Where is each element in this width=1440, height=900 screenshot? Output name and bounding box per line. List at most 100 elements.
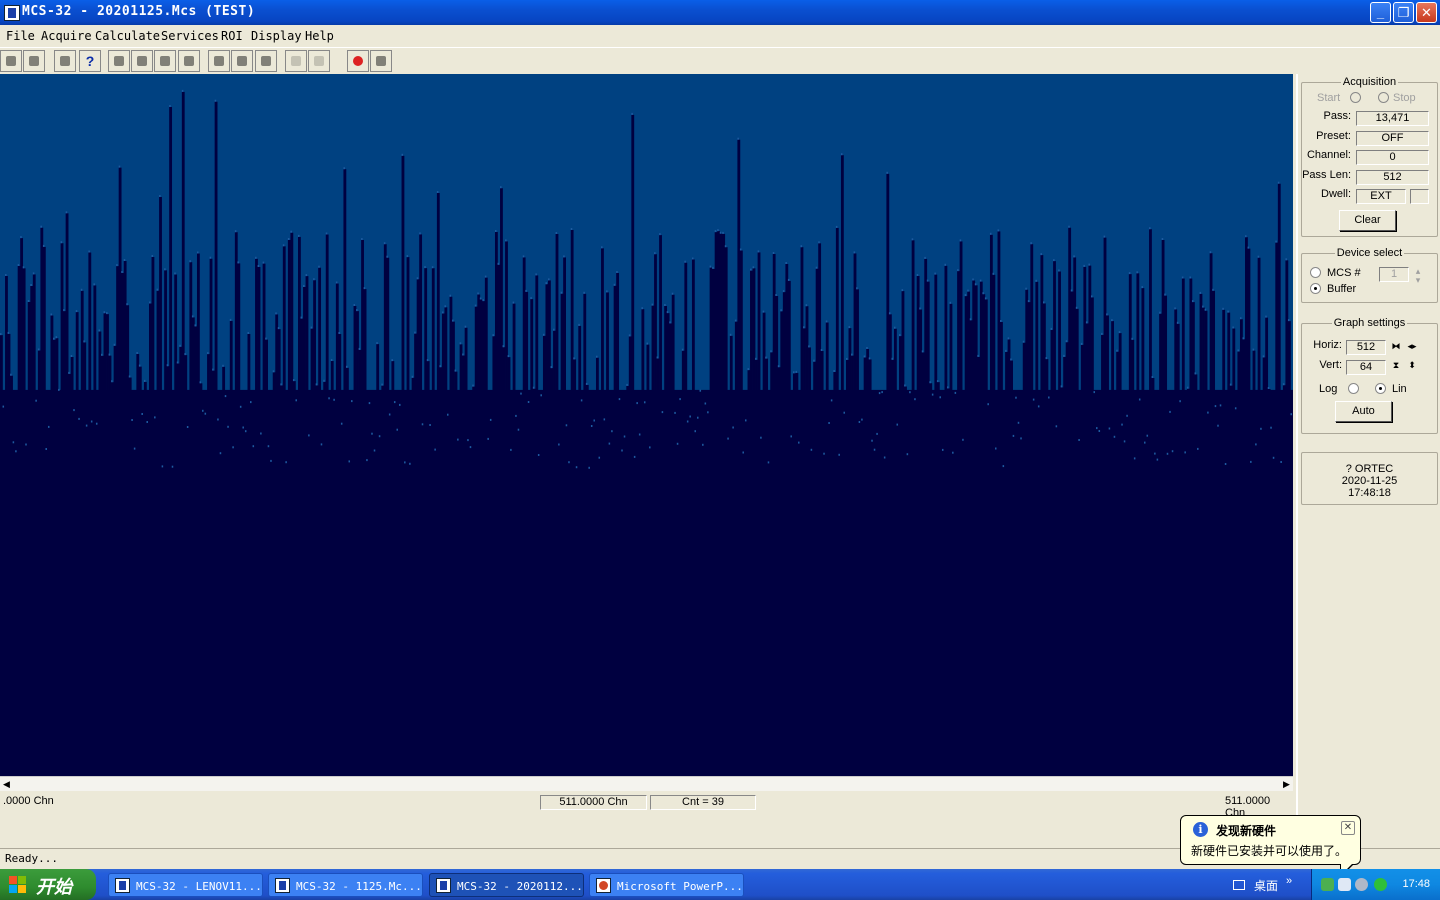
spectrum-bar-top <box>421 423 424 426</box>
spectrum-bar <box>399 405 402 776</box>
spectrum-bar <box>800 247 804 776</box>
buffer-radio[interactable] <box>1310 283 1321 294</box>
spectrum-bar <box>426 361 430 776</box>
spectrum-bar-top <box>32 272 35 275</box>
spectrum-bar-top <box>578 323 580 326</box>
spectrum-bar <box>512 303 516 776</box>
new-hardware-balloon[interactable]: i 发现新硬件 新硬件已安装并可以使用了。 ✕ <box>1180 815 1361 865</box>
task-mcs-2020112[interactable]: MCS-32 - 2020112... <box>429 873 584 897</box>
spectrum-bar-top <box>328 397 330 400</box>
open-icon[interactable] <box>0 50 22 72</box>
vert-expand-icon[interactable]: ⬍ <box>1407 360 1417 371</box>
spectrum-bar <box>947 388 950 776</box>
horizontal-scrollbar[interactable]: ◀ ▶ <box>0 776 1293 791</box>
spectrum-bar-top <box>353 304 356 306</box>
menu-services[interactable]: Services <box>161 29 219 43</box>
spectrum-bar <box>535 275 539 776</box>
minimize-button[interactable]: _ <box>1370 2 1391 23</box>
start-button[interactable]: 开始 <box>0 869 96 900</box>
menu-roi[interactable]: ROI <box>221 29 243 43</box>
mcs-number-field[interactable]: 1 <box>1379 267 1409 282</box>
marker-right-icon[interactable] <box>131 50 153 72</box>
help-icon[interactable]: ? <box>79 50 101 72</box>
security-tray-icon[interactable] <box>1374 878 1387 891</box>
auto-button[interactable]: Auto <box>1335 401 1392 422</box>
spectrum-bar <box>1030 244 1034 776</box>
menu-acquire[interactable]: Acquire <box>41 29 92 43</box>
lin-radio[interactable] <box>1375 383 1386 394</box>
spectrum-bar-top <box>1267 387 1270 389</box>
spectrum-bar <box>873 450 877 776</box>
spectrum-bar <box>1191 302 1195 776</box>
stop-icon[interactable] <box>347 50 369 72</box>
channel-label: Channel: <box>1306 149 1351 161</box>
hardware-tray-icon[interactable] <box>1321 878 1334 891</box>
spectrum-bar-top <box>121 271 123 273</box>
spectrum-bar <box>530 299 534 776</box>
horiz-expand-icon[interactable]: ◂▸ <box>1406 341 1418 352</box>
close-button[interactable]: ✕ <box>1416 2 1437 23</box>
spectrum-bar <box>93 285 97 776</box>
horiz-field[interactable]: 512 <box>1346 340 1386 355</box>
spin-down-icon[interactable]: ▾ <box>1414 275 1422 286</box>
spectrum-bar <box>1055 427 1059 776</box>
vert-shrink-icon[interactable]: ⧗ <box>1391 360 1401 371</box>
menu-calculate[interactable]: Calculate <box>95 29 160 43</box>
spectrum-bar <box>1207 413 1210 776</box>
spectrum-bar <box>351 402 354 776</box>
save-icon[interactable] <box>23 50 45 72</box>
spectrum-bar <box>68 373 72 776</box>
spectrum-bar-top <box>106 312 108 315</box>
menu-file[interactable]: File <box>6 29 35 43</box>
keyboard-icon[interactable] <box>1233 880 1245 890</box>
spectrum-bar-top <box>462 353 464 356</box>
stop-radio[interactable] <box>1378 92 1389 103</box>
spectrum-bar-top <box>393 401 396 404</box>
vert-field[interactable]: 64 <box>1346 360 1386 375</box>
volume-tray-icon[interactable] <box>1355 878 1368 891</box>
restore-button[interactable]: ❐ <box>1393 2 1414 23</box>
roi-prev-icon[interactable] <box>231 50 253 72</box>
spectrum-bar-top <box>598 456 601 459</box>
spectrum-bar <box>1108 429 1112 776</box>
fullview-icon[interactable] <box>370 50 392 72</box>
task-mcs-lenovo[interactable]: MCS-32 - LENOV11... <box>108 873 263 897</box>
spectrum-bar <box>830 401 834 776</box>
zoom-icon[interactable] <box>208 50 230 72</box>
spectrum-bar <box>527 403 531 776</box>
task-mcs-1125[interactable]: MCS-32 - 1125.Mc... <box>268 873 423 897</box>
spectrum-bar-top <box>126 303 128 306</box>
network-tray-icon[interactable] <box>1338 878 1351 891</box>
balloon-close-icon[interactable]: ✕ <box>1341 821 1355 835</box>
spectrum-bar-top <box>992 272 994 275</box>
toolbar-chevron-icon[interactable]: » <box>1286 875 1292 887</box>
peak-left-icon[interactable] <box>154 50 176 72</box>
start-radio[interactable] <box>1350 92 1361 103</box>
spectrum-bar-top <box>878 392 881 395</box>
peak-right-icon[interactable] <box>178 50 200 72</box>
menu-help[interactable]: Help <box>305 29 334 43</box>
clear-button[interactable]: Clear <box>1339 210 1396 231</box>
spectrum-display[interactable] <box>0 74 1293 776</box>
spectrum-bar <box>525 291 529 776</box>
spectrum-bar <box>295 401 299 776</box>
mcs-radio[interactable] <box>1310 267 1321 278</box>
roi-remove-icon[interactable] <box>308 50 330 72</box>
desktop-toolbar-label[interactable]: 桌面 <box>1254 877 1278 894</box>
menu-display[interactable]: Display <box>251 29 302 43</box>
roi-add-icon[interactable] <box>285 50 307 72</box>
horiz-shrink-icon[interactable]: ⧓ <box>1390 341 1402 352</box>
spectrum-bar-top <box>292 379 295 382</box>
marker-left-icon[interactable] <box>108 50 130 72</box>
spectrum-bar-top <box>959 239 962 242</box>
task-label: MCS-32 - 1125.Mc... <box>296 880 422 893</box>
spectrum-bar <box>1010 360 1013 776</box>
scroll-left-icon[interactable]: ◀ <box>0 778 13 791</box>
log-radio[interactable] <box>1348 383 1359 394</box>
roi-next-icon[interactable] <box>255 50 277 72</box>
title-bar[interactable]: MCS-32 - 20201125.Mcs (TEST) _ ❐ ✕ <box>0 0 1440 25</box>
app-icon[interactable] <box>4 5 20 21</box>
copy-icon[interactable] <box>54 50 76 72</box>
scroll-right-icon[interactable]: ▶ <box>1280 778 1293 791</box>
task-powerpoint[interactable]: Microsoft PowerP... <box>589 873 744 897</box>
